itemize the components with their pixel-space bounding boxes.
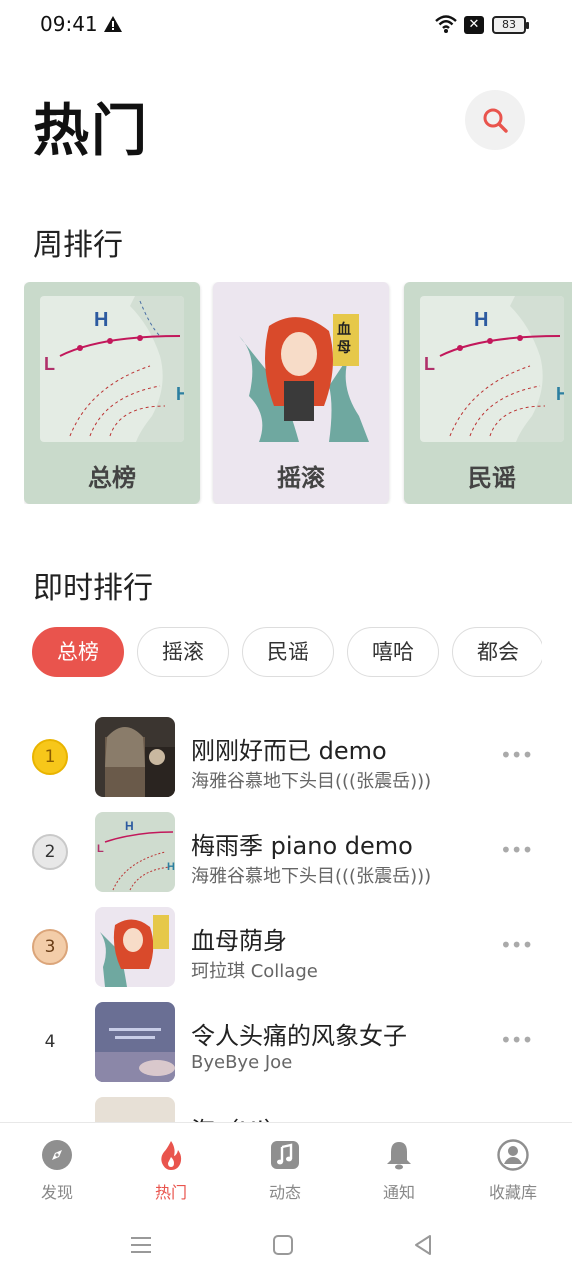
- svg-text:H: H: [94, 309, 108, 331]
- song-cover: [95, 717, 175, 797]
- anime-girl-cover: 血 母: [229, 296, 373, 442]
- bell-icon: [387, 1142, 411, 1170]
- chip-overall[interactable]: 总榜: [32, 627, 124, 677]
- rank-badge-bronze: 3: [32, 929, 68, 965]
- song-cover: [95, 1097, 175, 1122]
- weekly-card-label: 民谣: [468, 464, 516, 492]
- page-title: 热门: [33, 99, 149, 164]
- status-bar: 09:41 ✕ 83: [0, 0, 572, 50]
- song-title: 令人头痛的风象女子: [191, 1022, 407, 1050]
- search-icon: [483, 108, 508, 133]
- svg-text:H: H: [167, 861, 175, 873]
- svg-text:H: H: [556, 384, 564, 404]
- song-title: 海（Hi）: [191, 1111, 288, 1122]
- chip-urban[interactable]: 都会: [452, 627, 542, 677]
- nav-label: 收藏库: [488, 1183, 537, 1202]
- weather-map-cover: H H L: [420, 296, 564, 442]
- svg-text:血: 血: [337, 321, 351, 338]
- nav-library[interactable]: 收藏库: [456, 1123, 570, 1211]
- nav-notifications[interactable]: 通知: [342, 1123, 456, 1211]
- user-circle-icon: [497, 1139, 529, 1171]
- search-button[interactable]: [465, 90, 525, 150]
- svg-text:母: 母: [337, 340, 351, 356]
- rank-badge-silver: 2: [32, 834, 68, 870]
- weekly-section-title: 周排行: [33, 228, 123, 263]
- status-time: 09:41: [40, 12, 98, 36]
- song-row[interactable]: 3 血母荫身 珂拉琪 Collage •••: [0, 907, 572, 1002]
- song-artist: 海雅谷慕地下头目(((张震岳))): [191, 866, 432, 887]
- rank-number: 4: [44, 1032, 56, 1052]
- back-icon[interactable]: [410, 1232, 436, 1258]
- chip-rock[interactable]: 摇滚: [137, 627, 229, 677]
- svg-text:L: L: [97, 843, 104, 855]
- chip-folk[interactable]: 民谣: [242, 627, 334, 677]
- song-title: 刚刚好而已 demo: [191, 737, 387, 765]
- svg-text:H: H: [125, 819, 134, 833]
- nav-label: 通知: [382, 1183, 415, 1202]
- song-artist: 海雅谷慕地下头目(((张震岳))): [191, 771, 432, 792]
- bottom-navigation: 发现 热门 动态 通知 收藏库: [0, 1122, 572, 1210]
- svg-text:H: H: [474, 309, 488, 331]
- weather-map-cover: H H L: [40, 296, 184, 442]
- song-cover: [95, 907, 175, 987]
- nav-label: 发现: [40, 1183, 73, 1202]
- svg-text:L: L: [424, 354, 435, 374]
- instant-section-title: 即时排行: [33, 571, 153, 606]
- chip-hiphop[interactable]: 嘻哈: [347, 627, 439, 677]
- weekly-card-overall[interactable]: H H L 总榜: [24, 282, 200, 504]
- nav-activity[interactable]: 动态: [228, 1123, 342, 1211]
- song-row[interactable]: 4 令人头痛的风象女子 ByeBye Joe •••: [0, 1002, 572, 1097]
- system-navigation-bar: [0, 1210, 572, 1280]
- song-title: 血母荫身: [191, 927, 287, 955]
- svg-text:H: H: [176, 384, 184, 404]
- rank-badge-gold: 1: [32, 739, 68, 775]
- song-artist: ByeBye Joe: [191, 1052, 293, 1073]
- no-sim-icon: ✕: [464, 16, 484, 34]
- weekly-card-label: 摇滚: [277, 464, 325, 492]
- nav-label: 动态: [268, 1183, 301, 1202]
- flame-icon: [161, 1141, 182, 1170]
- song-row[interactable]: 海（Hi）: [0, 1097, 572, 1122]
- battery-indicator: 83: [492, 16, 529, 34]
- nav-trending[interactable]: 热门: [114, 1123, 228, 1211]
- menu-icon[interactable]: [128, 1232, 154, 1258]
- more-options-button[interactable]: •••: [500, 935, 533, 955]
- song-list: 1 刚刚好而已 demo 海雅谷慕地下头目(((张震岳))) ••• 2 H H: [0, 700, 572, 1122]
- wifi-icon: [434, 14, 458, 38]
- nav-discover[interactable]: 发现: [0, 1123, 114, 1211]
- home-icon[interactable]: [270, 1232, 296, 1258]
- nav-label: 热门: [154, 1183, 187, 1202]
- song-row[interactable]: 2 H H L 梅雨季 piano demo 海雅谷慕地下头目(((张震岳)))…: [0, 812, 572, 907]
- weekly-card-label: 总榜: [88, 464, 136, 492]
- more-options-button[interactable]: •••: [500, 1030, 533, 1050]
- more-options-button[interactable]: •••: [500, 745, 533, 765]
- weekly-card-folk[interactable]: H H L 民谣: [404, 282, 572, 504]
- weekly-card-rock[interactable]: 血 母 摇滚: [213, 282, 389, 504]
- genre-chips: 总榜 摇滚 民谣 嘻哈 都会: [32, 627, 542, 679]
- more-options-button[interactable]: •••: [500, 840, 533, 860]
- song-cover: H H L: [95, 812, 175, 892]
- music-note-icon: [271, 1141, 299, 1169]
- song-artist: 珂拉琪 Collage: [191, 961, 318, 982]
- weekly-cards: H H L 总榜 血 母 摇滚 H H L 民谣: [24, 282, 572, 504]
- svg-text:L: L: [44, 354, 55, 374]
- song-title: 梅雨季 piano demo: [191, 832, 413, 860]
- compass-icon: [42, 1140, 72, 1170]
- song-row[interactable]: 1 刚刚好而已 demo 海雅谷慕地下头目(((张震岳))) •••: [0, 717, 572, 812]
- song-cover: [95, 1002, 175, 1082]
- warning-icon: [104, 16, 122, 36]
